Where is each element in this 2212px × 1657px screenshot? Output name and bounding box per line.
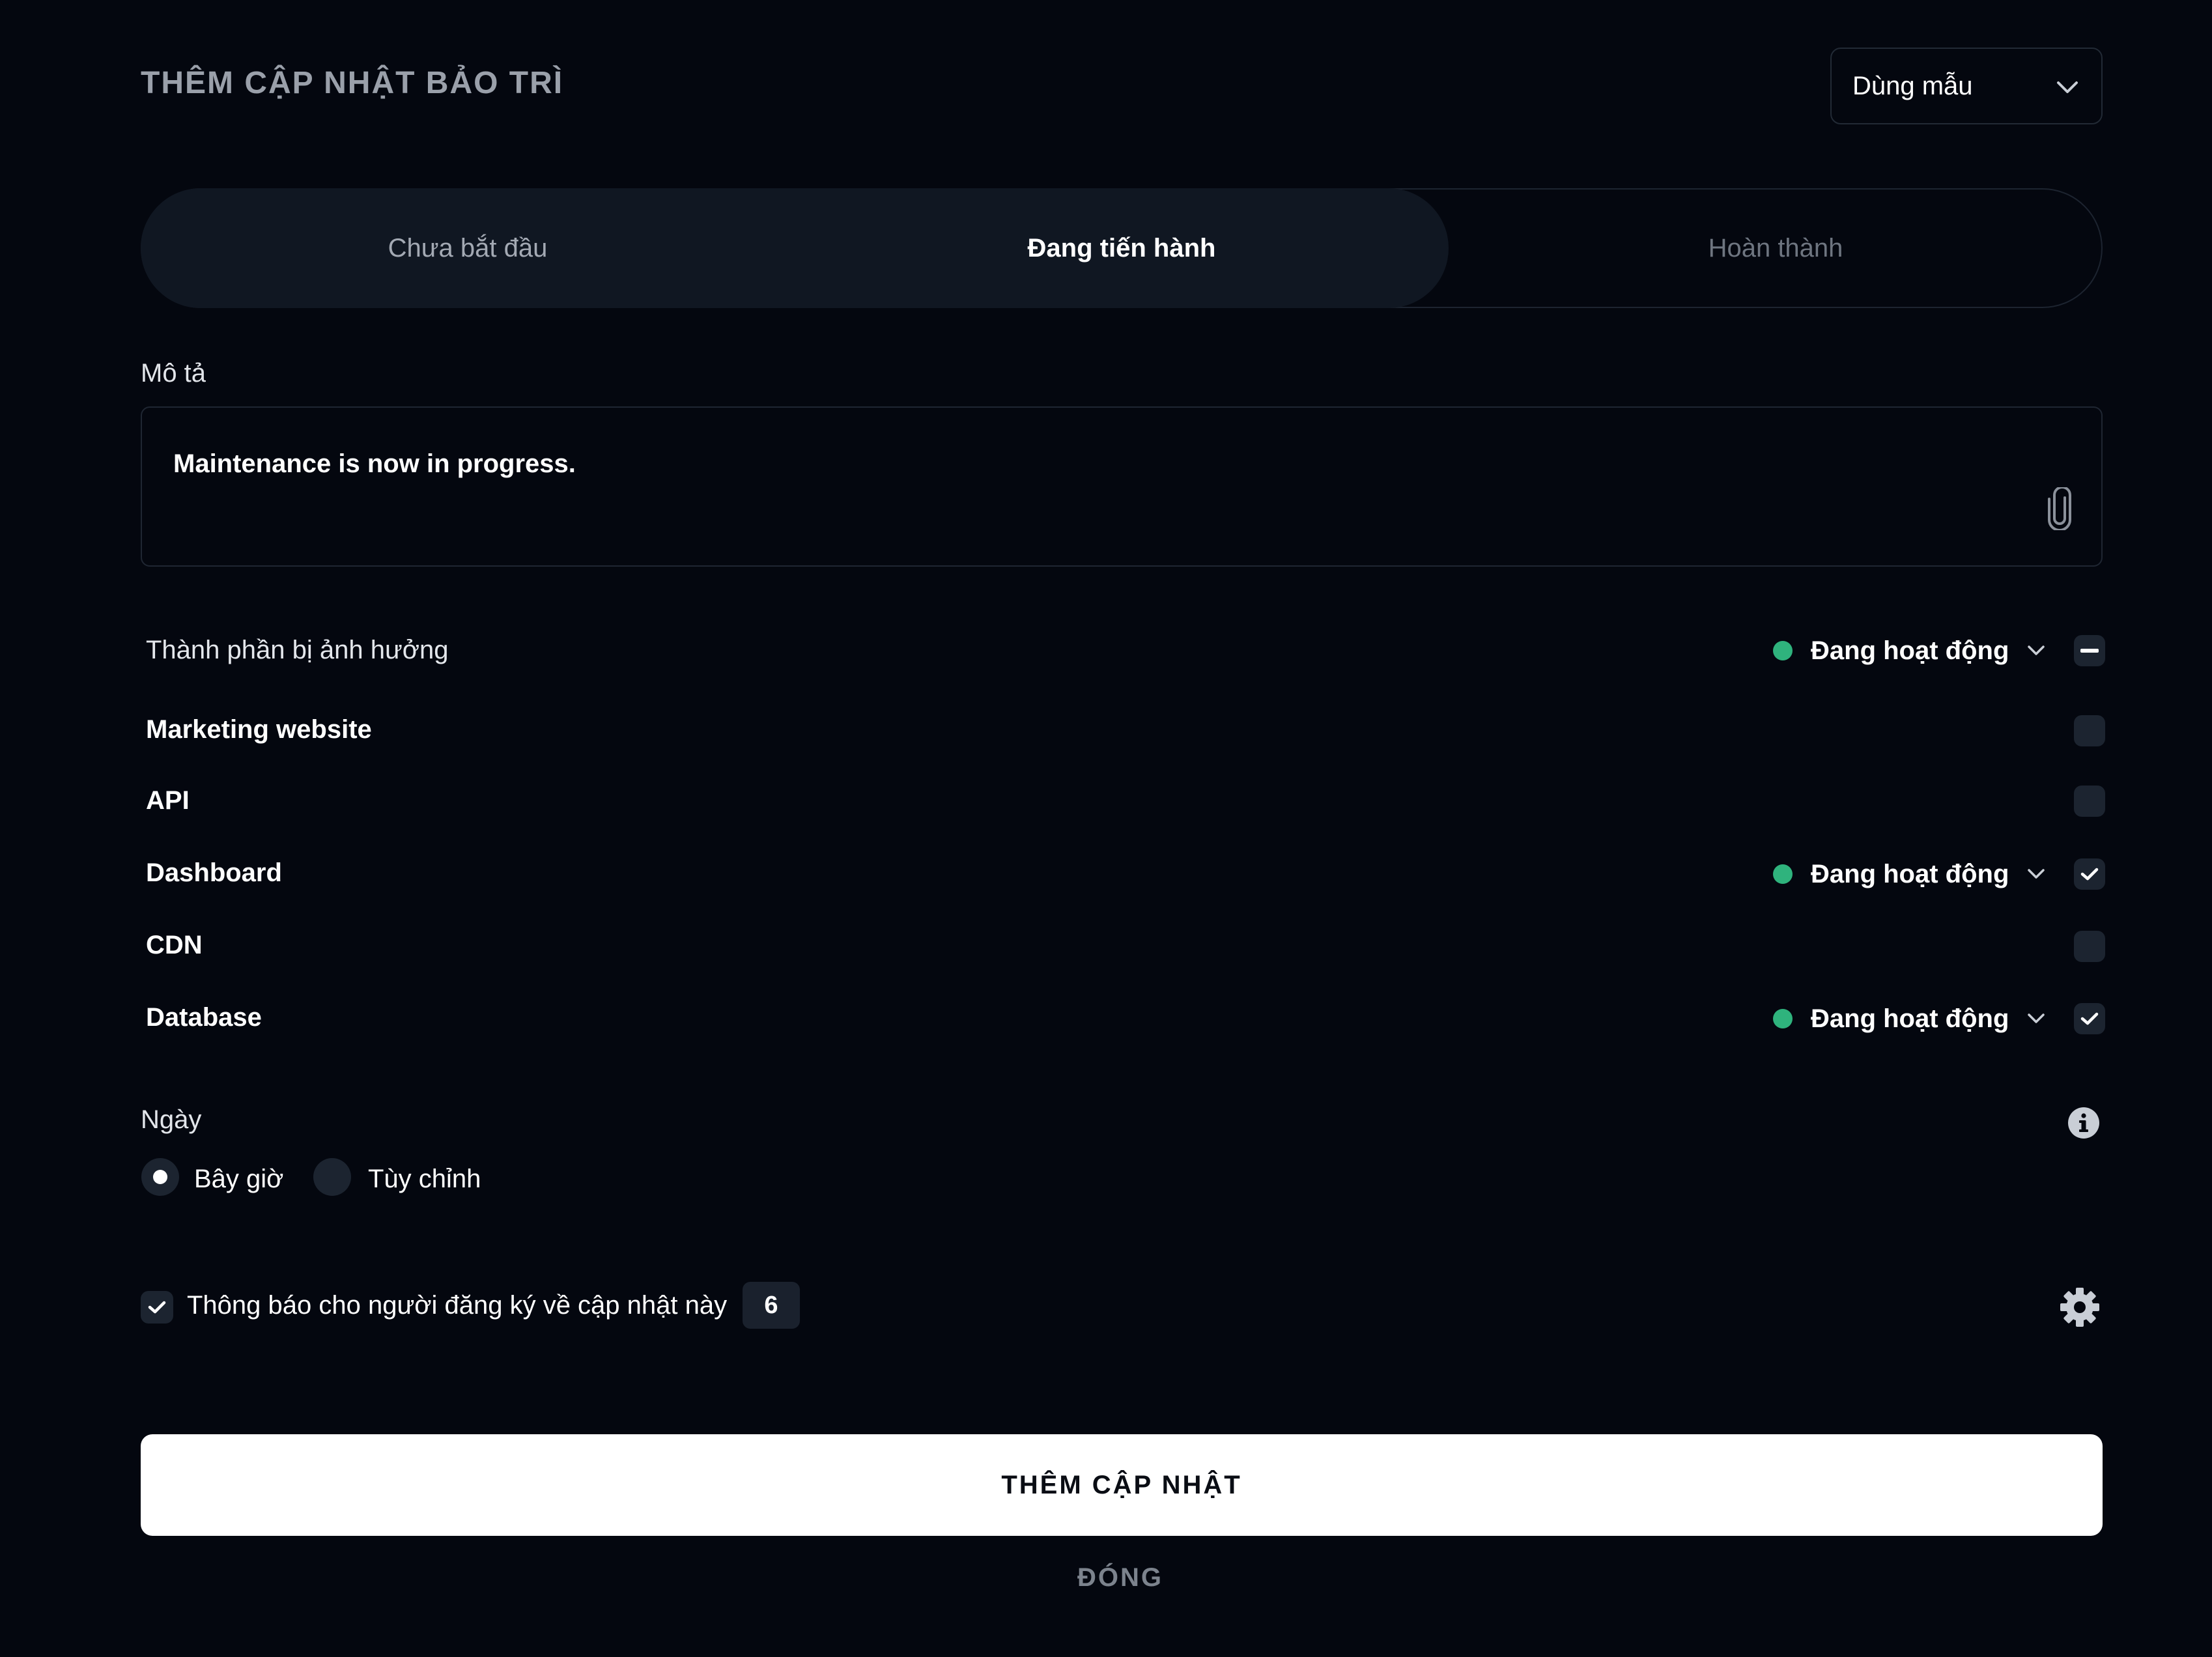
description-label: Mô tả [141,359,206,388]
status-dot [1773,641,1793,660]
component-api: API [146,786,190,815]
affected-components-label: Thành phần bị ảnh hưởng [146,636,449,664]
description-textarea[interactable] [141,406,2103,567]
gear-icon[interactable] [2060,1287,2100,1327]
radio-now-label: Bây giờ [194,1165,284,1193]
radio-selected-dot [153,1170,167,1184]
check-icon [2080,868,2099,881]
checkbox-database[interactable] [2074,1003,2105,1034]
close-button[interactable]: ĐÓNG [1042,1558,1198,1597]
component-marketing-website: Marketing website [146,715,372,744]
status-dot [1773,864,1793,884]
check-icon [148,1301,166,1314]
chevron-down-icon [2027,1013,2045,1025]
radio-custom[interactable] [313,1158,351,1196]
date-label: Ngày [141,1105,202,1134]
description-value: Maintenance is now in progress. [173,449,576,478]
component-dashboard: Dashboard [146,858,282,887]
bulk-status-dropdown[interactable]: Đang hoạt động [1773,631,2045,670]
check-icon [2080,1012,2099,1025]
notify-subscribers-checkbox[interactable] [141,1291,173,1324]
template-select[interactable]: Dùng mẫu [1830,48,2103,124]
database-status-dropdown[interactable]: Đang hoạt động [1773,999,2045,1038]
tab-completed[interactable]: Hoàn thành [1449,188,2103,308]
radio-custom-label: Tùy chỉnh [368,1165,481,1193]
checkbox-api[interactable] [2074,786,2105,817]
paperclip-icon[interactable] [2045,486,2074,531]
status-label: Đang hoạt động [1811,859,2009,888]
tab-not-started[interactable]: Chưa bắt đầu [141,188,795,308]
minus-icon [2080,649,2099,653]
checkbox-dashboard[interactable] [2074,858,2105,890]
info-icon[interactable] [2067,1107,2100,1139]
status-dot [1773,1009,1793,1028]
chevron-down-icon [2027,868,2045,880]
radio-now[interactable] [141,1158,179,1196]
template-select-value: Dùng mẫu [1852,71,1973,100]
checkbox-cdn[interactable] [2074,931,2105,962]
notify-subscribers-label: Thông báo cho người đăng ký về cập nhật … [187,1291,728,1320]
add-update-button[interactable]: THÊM CẬP NHẬT [141,1434,2103,1536]
component-database: Database [146,1003,262,1032]
chevron-down-icon [2027,645,2045,657]
select-all-checkbox[interactable] [2074,635,2105,666]
chevron-down-icon [2056,72,2079,101]
component-cdn: CDN [146,931,203,959]
checkbox-marketing-website[interactable] [2074,715,2105,746]
status-label: Đang hoạt động [1811,636,2009,665]
dashboard-status-dropdown[interactable]: Đang hoạt động [1773,855,2045,894]
page-title: THÊM CẬP NHẬT BẢO TRÌ [141,66,564,100]
subscriber-count-badge: 6 [743,1282,800,1329]
status-label: Đang hoạt động [1811,1004,2009,1033]
tab-in-progress[interactable]: Đang tiến hành [795,188,1449,308]
